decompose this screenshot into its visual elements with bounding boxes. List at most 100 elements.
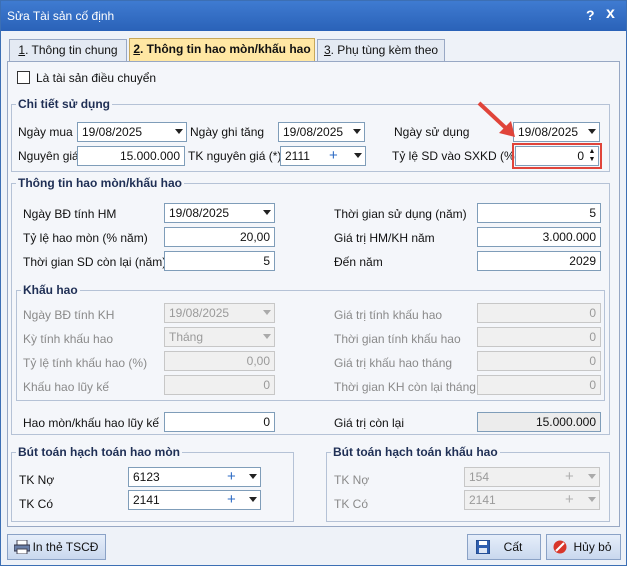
kh-monthly-input[interactable]: 0 bbox=[477, 351, 601, 371]
red-arrow-icon bbox=[477, 101, 515, 137]
cost-account-value: 2111 bbox=[285, 149, 310, 163]
residual-label: Giá trị còn lại bbox=[334, 416, 405, 430]
use-date-label: Ngày sử dụng bbox=[394, 125, 470, 139]
total-accum-label: Hao mòn/khấu hao lũy kế bbox=[23, 416, 160, 430]
remaining-life-input[interactable]: 5 bbox=[164, 251, 275, 271]
hm-entries-title: Bút toán hạch toán hao mòn bbox=[16, 445, 182, 459]
kh-rate-label: Tỷ lệ tính khấu hao (%) bbox=[23, 356, 148, 370]
kh-value-input[interactable]: 0 bbox=[477, 303, 601, 323]
hm-start-label: Ngày BĐ tính HM bbox=[23, 207, 117, 221]
kh-debit-combo[interactable]: 154 + bbox=[464, 467, 600, 487]
tab-general[interactable]: 1. Thông tin chung bbox=[9, 39, 127, 61]
close-icon[interactable]: x bbox=[606, 5, 615, 23]
kh-monthly-label: Giá trị khấu hao tháng bbox=[334, 356, 453, 370]
chevron-down-icon[interactable] bbox=[263, 310, 271, 315]
increase-date-label: Ngày ghi tăng bbox=[190, 125, 265, 139]
chevron-down-icon[interactable] bbox=[354, 153, 362, 158]
hm-credit-value: 2141 bbox=[133, 493, 160, 507]
printer-icon bbox=[14, 540, 30, 554]
life-input[interactable]: 5 bbox=[477, 203, 601, 223]
annual-value-input[interactable]: 3.000.000 bbox=[477, 227, 601, 247]
plus-icon[interactable]: + bbox=[565, 491, 574, 508]
hm-start-value: 19/08/2025 bbox=[169, 206, 230, 220]
increase-date-picker[interactable]: 19/08/2025 bbox=[278, 122, 365, 142]
tab-depreciation[interactable]: 2. Thông tin hao mòn/khấu hao bbox=[129, 38, 315, 62]
residual-value: 15.000.000 bbox=[477, 412, 601, 432]
kh-credit-combo[interactable]: 2141 + bbox=[464, 490, 600, 510]
window-title: Sửa Tài sản cố định bbox=[7, 9, 115, 23]
buy-date-value: 19/08/2025 bbox=[82, 125, 143, 139]
annual-value-label: Giá trị HM/KH năm bbox=[334, 231, 435, 245]
plus-icon[interactable]: + bbox=[227, 491, 236, 508]
transfer-label: Là tài sản điều chuyển bbox=[36, 71, 157, 85]
chevron-down-icon[interactable] bbox=[588, 497, 596, 502]
hm-rate-input[interactable]: 20,00 bbox=[164, 227, 275, 247]
kh-remain-input[interactable]: 0 bbox=[477, 375, 601, 395]
plus-icon[interactable]: + bbox=[565, 468, 574, 485]
tab-label: . Thông tin chung bbox=[25, 43, 118, 57]
chevron-down-icon[interactable] bbox=[263, 210, 271, 215]
sxkd-ratio-label: Tỷ lệ SD vào SXKD (%) bbox=[392, 149, 519, 163]
tab-spare-parts[interactable]: 3. Phụ tùng kèm theo bbox=[317, 39, 445, 61]
plus-icon[interactable]: + bbox=[227, 468, 236, 485]
hm-start-picker[interactable]: 19/08/2025 bbox=[164, 203, 275, 223]
kh-time-input[interactable]: 0 bbox=[477, 327, 601, 347]
chevron-down-icon[interactable] bbox=[249, 497, 257, 502]
plus-icon[interactable]: + bbox=[329, 147, 338, 164]
kh-time-label: Thời gian tính khấu hao bbox=[334, 332, 461, 346]
kh-start-value: 19/08/2025 bbox=[169, 306, 230, 320]
hm-debit-combo[interactable]: 6123 + bbox=[128, 467, 261, 487]
total-accum-input[interactable]: 0 bbox=[164, 412, 275, 432]
chevron-down-icon[interactable] bbox=[263, 334, 271, 339]
transfer-checkbox[interactable] bbox=[17, 71, 30, 84]
cancel-icon bbox=[553, 540, 567, 554]
kh-rate-input[interactable]: 0,00 bbox=[164, 351, 275, 371]
hm-credit-combo[interactable]: 2141 + bbox=[128, 490, 261, 510]
hm-debit-label: TK Nợ bbox=[19, 473, 55, 487]
hm-credit-label: TK Có bbox=[19, 497, 54, 511]
remaining-life-label: Thời gian SD còn lại (năm) bbox=[23, 255, 167, 269]
chevron-down-icon[interactable] bbox=[588, 129, 596, 134]
highlight-box bbox=[512, 143, 602, 169]
chevron-down-icon[interactable] bbox=[588, 474, 596, 479]
chevron-down-icon[interactable] bbox=[249, 474, 257, 479]
tab-number: 3 bbox=[323, 43, 331, 57]
edit-asset-dialog: Sửa Tài sản cố định ? x 1. Thông tin chu… bbox=[0, 0, 627, 566]
life-label: Thời gian sử dụng (năm) bbox=[334, 207, 467, 221]
increase-date-value: 19/08/2025 bbox=[283, 125, 344, 139]
cost-account-combo[interactable]: 2111 + bbox=[280, 146, 366, 166]
usage-group-title: Chi tiết sử dụng bbox=[16, 97, 113, 111]
use-date-value: 19/08/2025 bbox=[518, 125, 579, 139]
chevron-down-icon[interactable] bbox=[353, 129, 361, 134]
kh-accum-input[interactable]: 0 bbox=[164, 375, 275, 395]
tab-label: . Thông tin hao mòn/khấu hao bbox=[140, 42, 311, 56]
kh-start-picker[interactable]: 19/08/2025 bbox=[164, 303, 275, 323]
help-icon[interactable]: ? bbox=[586, 7, 595, 23]
save-label: Cất bbox=[503, 540, 523, 554]
kh-credit-label: TK Có bbox=[334, 497, 369, 511]
floppy-disk-icon bbox=[476, 540, 490, 554]
kh-debit-value: 154 bbox=[469, 470, 490, 484]
cost-account-label: TK nguyên giá (*) bbox=[188, 149, 282, 163]
kh-period-value: Tháng bbox=[169, 330, 204, 344]
kh-entries-group bbox=[326, 452, 610, 522]
kh-start-label: Ngày BĐ tính KH bbox=[23, 308, 115, 322]
hm-debit-value: 6123 bbox=[133, 470, 160, 484]
chevron-down-icon[interactable] bbox=[175, 129, 183, 134]
kh-value-label: Giá trị tính khấu hao bbox=[334, 308, 443, 322]
print-card-label: In thẻ TSCĐ bbox=[32, 540, 99, 554]
cancel-label: Hủy bỏ bbox=[573, 540, 612, 554]
cost-label: Nguyên giá bbox=[18, 149, 79, 163]
buy-date-label: Ngày mua bbox=[18, 125, 73, 139]
tab-number: 2 bbox=[133, 42, 141, 56]
kh-period-select[interactable]: Tháng bbox=[164, 327, 275, 347]
use-date-picker[interactable]: 19/08/2025 bbox=[513, 122, 600, 142]
cancel-button[interactable]: Hủy bỏ bbox=[546, 534, 621, 560]
hm-entries-group bbox=[11, 452, 294, 522]
buy-date-picker[interactable]: 19/08/2025 bbox=[77, 122, 187, 142]
save-button[interactable]: Cất bbox=[467, 534, 541, 560]
print-card-button[interactable]: In thẻ TSCĐ bbox=[7, 534, 106, 560]
to-year-input[interactable]: 2029 bbox=[477, 251, 601, 271]
kh-debit-label: TK Nợ bbox=[334, 473, 370, 487]
cost-input[interactable]: 15.000.000 bbox=[77, 146, 185, 166]
